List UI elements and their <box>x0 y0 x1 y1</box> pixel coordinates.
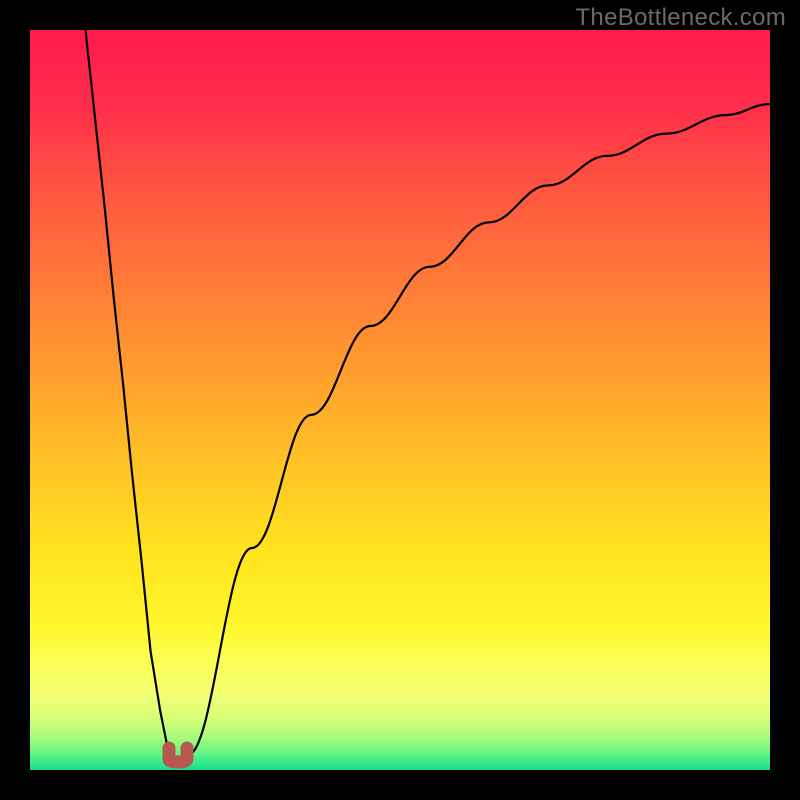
watermark-text: TheBottleneck.com <box>575 4 786 32</box>
curve-right-branch <box>188 104 770 755</box>
chart-canvas: TheBottleneck.com <box>0 0 800 800</box>
curve-left-branch <box>86 30 170 755</box>
optimum-marker-icon <box>169 748 187 762</box>
plot-area <box>30 30 770 770</box>
curve-layer <box>30 30 770 770</box>
